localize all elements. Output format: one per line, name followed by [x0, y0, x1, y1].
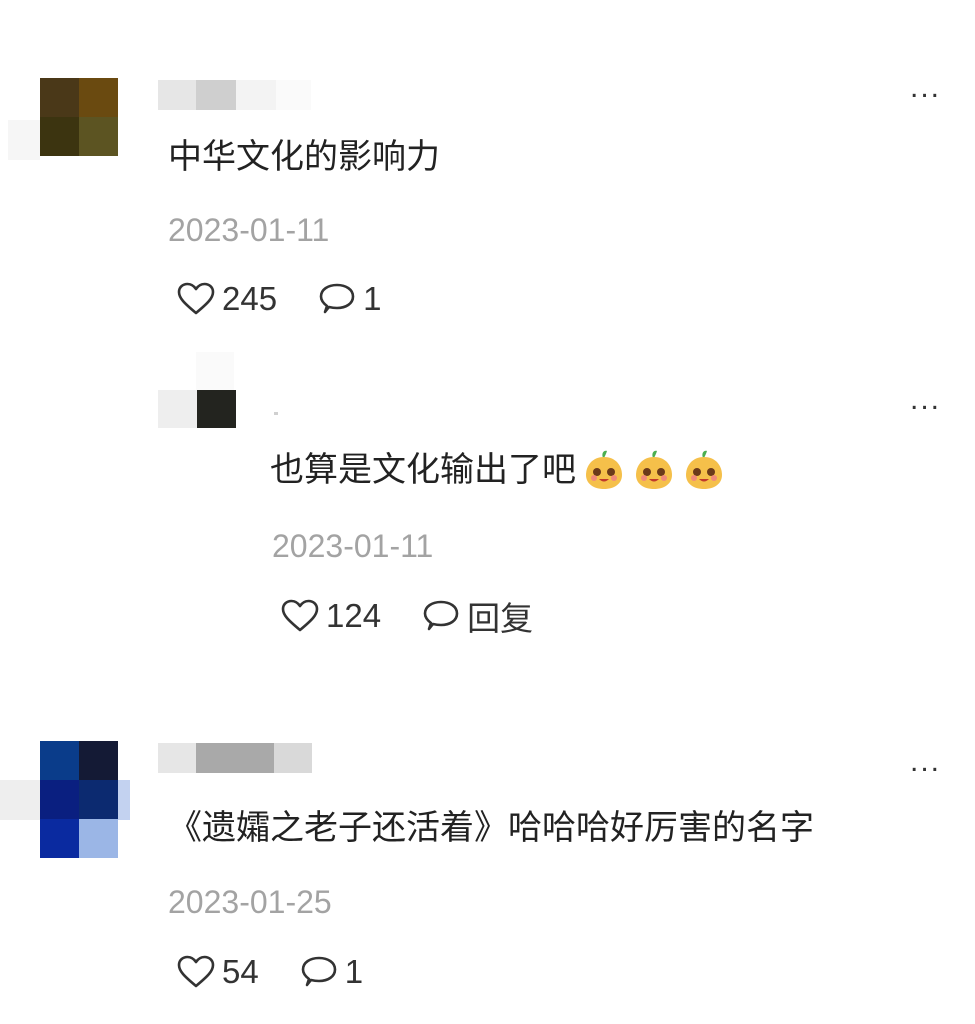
like-count: 54 [222, 953, 259, 990]
comment-count: 1 [363, 280, 382, 317]
reply-text: 也算是文化输出了吧 [270, 451, 576, 489]
happy-face-emoji [586, 450, 622, 489]
like-button[interactable]: 54 [176, 953, 259, 991]
comment-date: 2023-01-11 [168, 212, 330, 248]
happy-face-emoji [636, 450, 672, 489]
comment-button[interactable]: 1 [317, 280, 381, 318]
more-dots-icon[interactable]: ... [910, 747, 941, 777]
like-count: 124 [326, 597, 382, 634]
comment-text: 中华文化的影响力 [168, 138, 440, 176]
avatar[interactable] [40, 741, 118, 858]
reply-button[interactable]: 回复 [421, 592, 533, 640]
comment-count: 1 [344, 953, 364, 990]
comment-button[interactable]: 1 [299, 953, 363, 991]
comment-text: 也算是文化输出了吧 [270, 448, 726, 492]
avatar[interactable] [40, 78, 118, 156]
like-button[interactable]: 245 [176, 280, 277, 318]
username-blurred[interactable] [158, 80, 311, 110]
heart-outline-icon [177, 955, 215, 988]
more-dots-icon[interactable]: ... [910, 385, 941, 415]
reply-label: 回复 [467, 600, 534, 637]
speech-bubble-icon [319, 283, 355, 314]
like-count: 245 [222, 280, 278, 317]
like-button[interactable]: 124 [280, 597, 381, 635]
username-blurred[interactable] [274, 412, 278, 415]
comment-text: 《遗孀之老子还活着》哈哈哈好厉害的名字 [168, 809, 814, 847]
avatar[interactable] [158, 390, 236, 428]
comment-date: 2023-01-25 [168, 884, 332, 920]
speech-bubble-icon [301, 956, 337, 987]
more-dots-icon[interactable]: ... [910, 73, 941, 103]
happy-face-emoji [686, 450, 722, 489]
speech-bubble-icon [423, 600, 459, 631]
heart-outline-icon [177, 282, 215, 315]
comment-date: 2023-01-11 [272, 528, 434, 564]
username-blurred[interactable] [158, 743, 312, 773]
heart-outline-icon [281, 599, 319, 632]
